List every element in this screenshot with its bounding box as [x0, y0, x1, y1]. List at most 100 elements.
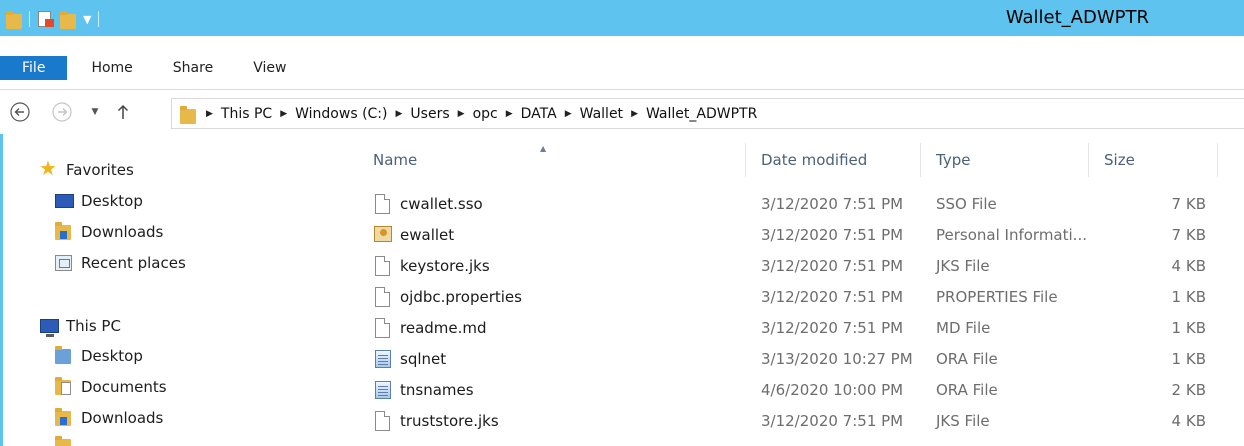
tab-view[interactable]: View — [233, 56, 306, 80]
chevron-right-icon[interactable]: ▶ — [506, 109, 513, 119]
breadcrumb-wallet[interactable]: Wallet — [580, 106, 623, 122]
ribbon: File Home Share View — [0, 36, 1244, 90]
recent-places-icon — [55, 254, 75, 272]
file-name: readme.md — [400, 318, 487, 337]
nav-item-label: Recent places — [81, 254, 186, 272]
title-bar: ▼ Wallet_ADWPTR — [0, 0, 1244, 36]
file-name: keystore.jks — [400, 256, 490, 275]
desktop-icon — [55, 192, 75, 210]
nav-item-label: Downloads — [81, 409, 164, 427]
file-name: ojdbc.properties — [400, 287, 522, 306]
nav-favorites-recent-places[interactable]: Recent places — [55, 252, 186, 274]
file-size: 2 KB — [1171, 380, 1206, 399]
nav-favorites-downloads[interactable]: Downloads — [55, 221, 163, 243]
new-folder-icon[interactable] — [60, 10, 78, 29]
nav-this-pc-downloads[interactable]: Downloads — [55, 407, 163, 429]
table-row[interactable]: sqlnet 3/13/2020 10:27 PM ORA File 1 KB — [358, 343, 1218, 374]
file-icon — [374, 410, 392, 432]
column-header-size[interactable]: Size — [1089, 143, 1218, 177]
nav-favorites-desktop[interactable]: Desktop — [55, 190, 143, 212]
breadcrumb-data[interactable]: DATA — [521, 106, 557, 122]
file-date: 3/13/2020 10:27 PM — [761, 349, 913, 368]
table-row[interactable]: ojdbc.properties 3/12/2020 7:51 PM PROPE… — [358, 281, 1218, 312]
up-arrow-icon — [117, 104, 129, 119]
table-row[interactable]: ewallet 3/12/2020 7:51 PM Personal Infor… — [358, 219, 1218, 250]
table-row[interactable]: readme.md 3/12/2020 7:51 PM MD File 1 KB — [358, 312, 1218, 343]
chevron-down-icon: ▼ — [91, 107, 99, 117]
nav-favorites-label: Favorites — [66, 161, 134, 179]
table-row[interactable]: tnsnames 4/6/2020 10:00 PM ORA File 2 KB — [358, 374, 1218, 405]
music-folder-icon[interactable] — [55, 436, 75, 446]
table-row[interactable]: truststore.jks 3/12/2020 7:51 PM JKS Fil… — [358, 405, 1218, 436]
breadcrumb-users[interactable]: Users — [410, 106, 449, 122]
file-icon — [374, 317, 392, 339]
desktop-folder-icon — [55, 346, 75, 365]
column-header-label: Type — [936, 151, 971, 169]
file-name: ewallet — [400, 225, 455, 244]
nav-this-pc-label: This PC — [66, 317, 121, 335]
table-row[interactable]: cwallet.sso 3/12/2020 7:51 PM SSO File 7… — [358, 188, 1218, 219]
nav-this-pc[interactable]: This PC — [40, 315, 121, 337]
file-icon — [374, 286, 392, 308]
quick-access-toolbar: ▼ — [6, 8, 101, 30]
recent-locations-button[interactable]: ▼ — [83, 100, 107, 124]
file-type: ORA File — [936, 380, 998, 399]
breadcrumb-opc[interactable]: opc — [473, 106, 498, 122]
nav-this-pc-desktop[interactable]: Desktop — [55, 345, 143, 367]
folder-icon — [6, 10, 22, 29]
column-header-label: Date modified — [761, 151, 868, 169]
file-date: 3/12/2020 7:51 PM — [761, 256, 904, 275]
file-date: 3/12/2020 7:51 PM — [761, 318, 904, 337]
properties-icon[interactable] — [37, 10, 55, 28]
nav-this-pc-documents[interactable]: Documents — [55, 376, 167, 398]
chevron-right-icon[interactable]: ▶ — [631, 109, 638, 119]
tab-home[interactable]: Home — [71, 56, 152, 80]
file-size: 4 KB — [1171, 256, 1206, 275]
file-list: cwallet.sso 3/12/2020 7:51 PM SSO File 7… — [358, 188, 1218, 436]
file-name: tnsnames — [400, 380, 474, 399]
table-row[interactable]: keystore.jks 3/12/2020 7:51 PM JKS File … — [358, 250, 1218, 281]
forward-button[interactable] — [50, 100, 74, 124]
file-type: PROPERTIES File — [936, 287, 1058, 306]
column-header-name[interactable]: ▲ Name — [358, 143, 746, 177]
breadcrumb: ▶ This PC ▶ Windows (C:) ▶ Users ▶ opc ▶… — [198, 106, 757, 122]
folder-icon — [180, 104, 198, 124]
tab-share[interactable]: Share — [153, 56, 233, 80]
breadcrumb-windows-c[interactable]: Windows (C:) — [295, 106, 387, 122]
file-icon — [374, 193, 392, 215]
certificate-icon — [374, 224, 392, 246]
up-button[interactable] — [111, 100, 135, 124]
chevron-right-icon[interactable]: ▶ — [396, 109, 403, 119]
window-border — [0, 134, 3, 446]
chevron-right-icon[interactable]: ▶ — [565, 109, 572, 119]
file-type: JKS File — [936, 256, 990, 275]
column-header-type[interactable]: Type — [921, 143, 1089, 177]
column-header-label: Size — [1104, 151, 1135, 169]
window-title: Wallet_ADWPTR — [1005, 7, 1149, 28]
column-header-label: Name — [373, 151, 418, 169]
ora-file-icon — [374, 379, 392, 401]
forward-arrow-icon — [52, 102, 72, 122]
column-header-date-modified[interactable]: Date modified — [746, 143, 921, 177]
back-button[interactable] — [8, 100, 32, 124]
nav-favorites[interactable]: ★ Favorites — [39, 158, 134, 181]
ora-file-icon — [374, 348, 392, 370]
file-name: cwallet.sso — [400, 194, 483, 213]
chevron-right-icon[interactable]: ▶ — [458, 109, 465, 119]
file-icon — [374, 255, 392, 277]
file-type: SSO File — [936, 194, 997, 213]
chevron-right-icon[interactable]: ▶ — [206, 109, 213, 119]
breadcrumb-wallet-adwptr[interactable]: Wallet_ADWPTR — [646, 106, 757, 122]
breadcrumb-this-pc[interactable]: This PC — [221, 106, 272, 122]
toolbar-divider — [98, 11, 100, 27]
file-size: 7 KB — [1171, 194, 1206, 213]
customize-toolbar-dropdown-icon[interactable]: ▼ — [83, 13, 91, 26]
chevron-right-icon[interactable]: ▶ — [280, 109, 287, 119]
nav-item-label: Documents — [81, 378, 167, 396]
file-date: 3/12/2020 7:51 PM — [761, 225, 904, 244]
address-bar[interactable]: ▶ This PC ▶ Windows (C:) ▶ Users ▶ opc ▶… — [171, 98, 1244, 129]
file-type: Personal Informati... — [936, 225, 1087, 244]
tab-file[interactable]: File — [0, 56, 68, 80]
file-size: 7 KB — [1171, 225, 1206, 244]
documents-folder-icon — [55, 377, 75, 396]
